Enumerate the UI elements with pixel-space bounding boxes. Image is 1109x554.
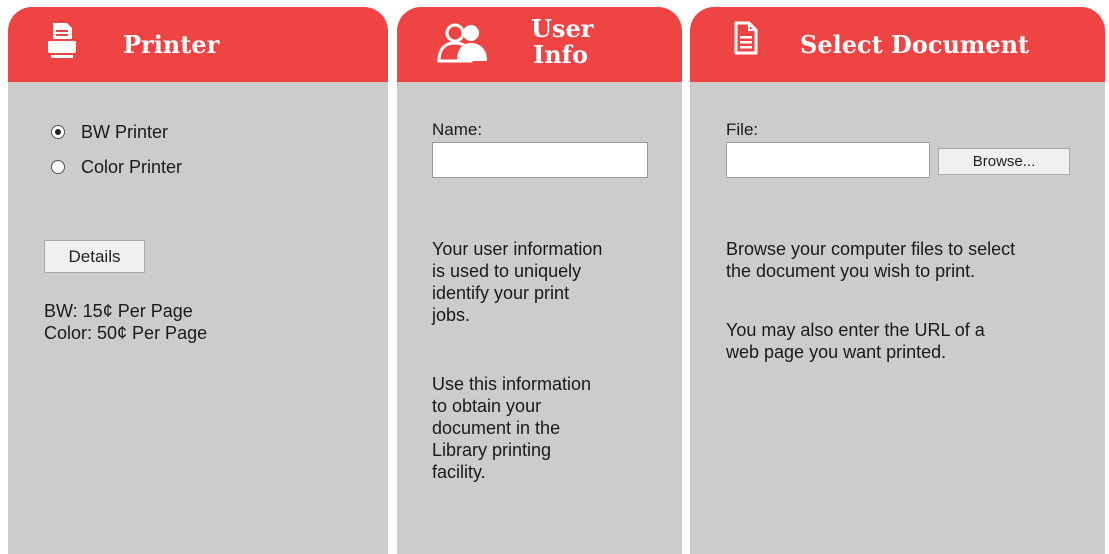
user-info-paragraph-1: Your user information is used to uniquel… xyxy=(432,238,602,326)
user-info-line: document in the xyxy=(432,418,561,438)
printer-panel-header: Printer xyxy=(8,7,388,82)
user-info-line: Library printing xyxy=(432,440,552,460)
user-info-line: facility. xyxy=(432,462,486,482)
user-info-line: identify your print xyxy=(432,283,570,303)
color-printer-radio[interactable] xyxy=(51,160,65,174)
file-input[interactable] xyxy=(726,142,930,178)
select-document-panel: Select Document File: Browse... Browse y… xyxy=(690,7,1105,554)
details-button[interactable]: Details xyxy=(44,240,145,273)
document-paragraph-2: You may also enter the URL of a web page… xyxy=(726,319,985,363)
user-info-line: jobs. xyxy=(432,305,471,325)
file-label: File: xyxy=(726,120,759,139)
color-printer-label: Color Printer xyxy=(81,156,183,177)
browse-button[interactable]: Browse... xyxy=(938,148,1070,175)
printer-panel: Printer BW Printer Color Printer Details… xyxy=(8,7,388,554)
name-label: Name: xyxy=(432,120,483,139)
document-icon xyxy=(734,21,758,59)
user-info-panel-header: User Info xyxy=(397,7,682,82)
user-info-line: Your user information xyxy=(432,239,603,259)
radio-color-printer[interactable]: Color Printer xyxy=(51,155,182,179)
radio-bw-printer[interactable]: BW Printer xyxy=(51,120,168,144)
user-info-line: is used to uniquely xyxy=(432,261,582,281)
select-document-panel-title: Select Document xyxy=(800,30,1030,59)
user-info-title-line2: Info xyxy=(533,40,589,69)
bw-printer-radio[interactable] xyxy=(51,125,65,139)
user-info-panel: User Info Name: Your user information is… xyxy=(397,7,682,554)
document-info-line: the document you wish to print. xyxy=(726,261,976,281)
user-info-title-line1: User xyxy=(531,14,594,43)
price-bw: BW: 15¢ Per Page xyxy=(44,301,193,321)
printer-panel-title: Printer xyxy=(123,30,220,59)
user-info-paragraph-2: Use this information to obtain your docu… xyxy=(432,373,591,483)
document-info-line: web page you want printed. xyxy=(726,342,947,362)
name-input[interactable] xyxy=(432,142,648,178)
user-info-panel-title: User Info xyxy=(531,16,621,68)
user-info-line: Use this information xyxy=(432,374,592,394)
price-color: Color: 50¢ Per Page xyxy=(44,323,208,343)
document-paragraph-1: Browse your computer files to select the… xyxy=(726,238,1015,282)
select-document-panel-header: Select Document xyxy=(690,7,1105,82)
document-info-line: You may also enter the URL of a xyxy=(726,320,985,340)
printer-icon xyxy=(47,21,77,63)
bw-printer-label: BW Printer xyxy=(81,121,169,142)
user-info-line: to obtain your xyxy=(432,396,542,416)
users-icon xyxy=(435,23,491,67)
document-info-line: Browse your computer files to select xyxy=(726,239,1016,259)
